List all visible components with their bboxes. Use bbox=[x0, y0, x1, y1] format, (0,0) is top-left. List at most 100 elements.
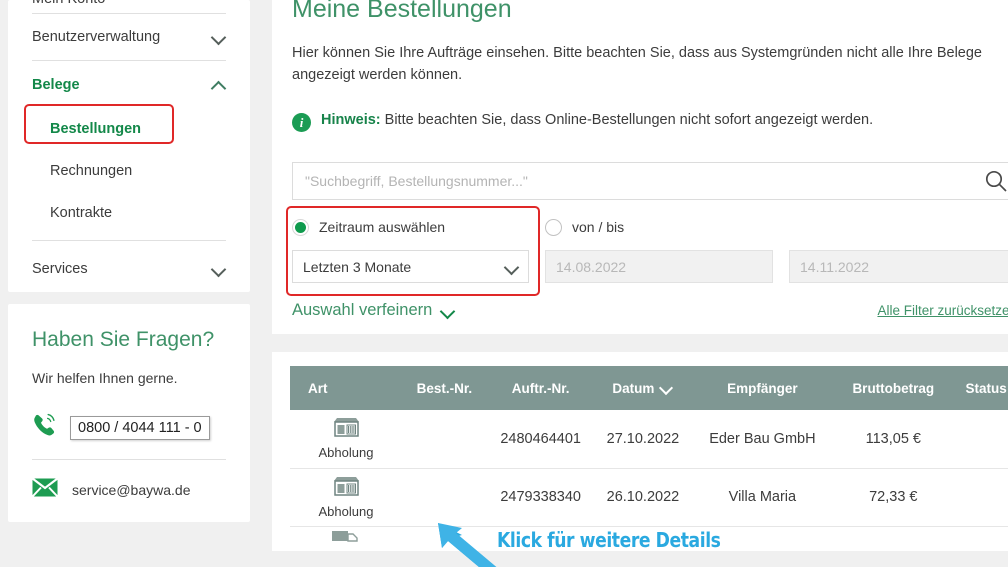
table-row[interactable] bbox=[290, 526, 1008, 551]
store-icon bbox=[333, 476, 360, 501]
radio-von-bis-input[interactable] bbox=[545, 218, 562, 236]
hint-label: Hinweis: bbox=[321, 112, 381, 128]
store-icon bbox=[333, 417, 360, 442]
col-empfaenger[interactable]: Empfänger bbox=[691, 366, 834, 410]
cell-bruttobetrag: 113,05 € bbox=[833, 410, 954, 469]
period-select[interactable]: Letzten 3 Monate bbox=[292, 250, 529, 283]
orders-table: Art Best.-Nr. Auftr.-Nr. Datum Empfänger… bbox=[290, 366, 1008, 551]
sidebar-item-label: Benutzerverwaltung bbox=[32, 29, 161, 45]
cell-datum: 27.10.2022 bbox=[594, 410, 692, 469]
col-datum-label: Datum bbox=[612, 380, 655, 396]
refine-toggle[interactable]: Auswahl verfeinern bbox=[292, 301, 455, 320]
cell-auftr-nr: 2480464401 bbox=[486, 410, 595, 469]
search-input[interactable] bbox=[292, 162, 1008, 200]
page-intro: Hier können Sie Ihre Aufträge einsehen. … bbox=[292, 45, 982, 83]
table-header-row: Art Best.-Nr. Auftr.-Nr. Datum Empfänger… bbox=[290, 366, 1008, 410]
date-to-placeholder: 14.11.2022 bbox=[800, 258, 870, 275]
hint-text: Hinweis: Bitte beachten Sie, dass Online… bbox=[321, 112, 873, 128]
orders-table-card: Art Best.-Nr. Auftr.-Nr. Datum Empfänger… bbox=[272, 352, 1008, 551]
page-title: Meine Bestellungen bbox=[292, 0, 512, 23]
col-auftr-nr-label: Auftr.-Nr. bbox=[511, 380, 570, 396]
col-status-label: Status bbox=[965, 380, 1007, 396]
date-from-placeholder: 14.08.2022 bbox=[556, 258, 627, 275]
col-status[interactable]: Status bbox=[953, 366, 1008, 410]
col-auftr-nr[interactable]: Auftr.-Nr. bbox=[486, 366, 595, 410]
sidebar-item-services[interactable]: Services bbox=[32, 245, 226, 292]
cell-datum bbox=[594, 526, 691, 551]
phone-number[interactable]: 0800 / 4044 111 - 0 bbox=[70, 415, 210, 440]
radio-zeitraum[interactable]: Zeitraum auswählen bbox=[292, 214, 529, 240]
table-body: Abholung 2480464401 27.10.2022 Eder Bau … bbox=[290, 410, 1008, 551]
cell-art: Abholung bbox=[290, 468, 402, 527]
cell-auftr-nr bbox=[487, 526, 595, 551]
phone-row[interactable]: 0800 / 4044 111 - 0 bbox=[32, 412, 226, 443]
col-empfaenger-label: Empfänger bbox=[727, 380, 798, 396]
col-bruttobetrag-label: Bruttobetrag bbox=[852, 380, 935, 396]
help-subtitle: Wir helfen Ihnen gerne. bbox=[32, 370, 178, 386]
filter-to-column: 14.11.2022 bbox=[789, 214, 1008, 283]
chevron-down-icon bbox=[505, 260, 519, 274]
col-art[interactable]: Art bbox=[290, 366, 402, 410]
sidebar: Mein Konto Benutzerverwaltung Belege Bes… bbox=[0, 0, 250, 567]
cell-datum: 26.10.2022 bbox=[594, 468, 692, 527]
cell-status bbox=[953, 410, 1008, 469]
col-bruttobetrag[interactable]: Bruttobetrag bbox=[833, 366, 954, 410]
table-row[interactable]: Abholung 2479338340 26.10.2022 Villa Mar… bbox=[290, 468, 1008, 527]
cell-empfaenger bbox=[691, 526, 833, 551]
hint-body: Bitte beachten Sie, dass Online-Bestellu… bbox=[380, 112, 874, 128]
filter-from-column: von / bis 14.08.2022 bbox=[545, 214, 773, 283]
col-best-nr-label: Best.-Nr. bbox=[416, 380, 473, 396]
help-title: Haben Sie Fragen? bbox=[32, 328, 215, 351]
cell-best-nr bbox=[402, 468, 487, 527]
chevron-down-icon bbox=[212, 262, 226, 276]
col-datum[interactable]: Datum bbox=[594, 366, 692, 410]
col-best-nr[interactable]: Best.-Nr. bbox=[402, 366, 487, 410]
reset-filters-link[interactable]: Alle Filter zurücksetzen bbox=[877, 303, 1008, 318]
sidebar-item-belege[interactable]: Belege bbox=[32, 61, 226, 108]
search-button[interactable] bbox=[983, 169, 1008, 195]
sidebar-subnav: Bestellungen Rechnungen Kontrakte bbox=[24, 104, 226, 245]
sidebar-item-label: Rechnungen bbox=[50, 163, 133, 179]
chevron-up-icon bbox=[212, 78, 226, 92]
cell-auftr-nr: 2479338340 bbox=[486, 468, 595, 527]
chevron-down-icon bbox=[441, 304, 455, 318]
sidebar-item-rechnungen[interactable]: Rechnungen bbox=[32, 150, 226, 192]
sidebar-nav-card: Mein Konto Benutzerverwaltung Belege Bes… bbox=[8, 0, 250, 292]
refine-label: Auswahl verfeinern bbox=[292, 301, 433, 319]
cell-art-label: Abholung bbox=[318, 445, 374, 461]
main-content: Meine Bestellungen Hier können Sie Ihre … bbox=[250, 0, 1008, 567]
truck-icon bbox=[331, 530, 361, 551]
email-address[interactable]: service@baywa.de bbox=[72, 482, 191, 498]
cell-art: Abholung bbox=[290, 410, 402, 469]
chevron-down-icon bbox=[212, 30, 226, 44]
sidebar-item-benutzerverwaltung[interactable]: Benutzerverwaltung bbox=[32, 14, 226, 61]
help-card: Haben Sie Fragen? Wir helfen Ihnen gerne… bbox=[8, 304, 250, 522]
divider bbox=[32, 240, 226, 241]
sidebar-item-label: Belege bbox=[32, 76, 80, 93]
col-art-label: Art bbox=[308, 380, 328, 396]
app-root: Mein Konto Benutzerverwaltung Belege Bes… bbox=[0, 0, 1008, 567]
email-row[interactable]: service@baywa.de bbox=[31, 477, 226, 502]
sidebar-item-label: Kontrakte bbox=[50, 205, 113, 221]
divider bbox=[32, 459, 226, 460]
cell-bruttobetrag: 72,33 € bbox=[833, 468, 954, 527]
sidebar-item-mein-konto[interactable]: Mein Konto bbox=[32, 0, 226, 14]
envelope-icon bbox=[31, 477, 59, 502]
sidebar-item-bestellungen[interactable]: Bestellungen bbox=[32, 108, 226, 150]
info-icon: i bbox=[292, 113, 311, 132]
table-row[interactable]: Abholung 2480464401 27.10.2022 Eder Bau … bbox=[290, 410, 1008, 469]
filter-section: Zeitraum auswählen Letzten 3 Monate von … bbox=[286, 206, 1008, 320]
cell-art-label: Abholung bbox=[318, 503, 374, 519]
sidebar-item-kontrakte[interactable]: Kontrakte bbox=[32, 192, 226, 234]
cell-bruttobetrag bbox=[833, 526, 953, 551]
radio-zeitraum-label: Zeitraum auswählen bbox=[319, 219, 446, 235]
cell-best-nr bbox=[402, 526, 487, 551]
sidebar-item-label: Bestellungen bbox=[50, 121, 142, 137]
search-bar bbox=[292, 162, 1008, 200]
radio-zeitraum-input[interactable] bbox=[292, 218, 309, 236]
date-to-input[interactable]: 14.11.2022 bbox=[789, 250, 1008, 283]
refine-row: Auswahl verfeinern Alle Filter zurückset… bbox=[292, 301, 1008, 320]
date-from-input[interactable]: 14.08.2022 bbox=[545, 250, 773, 283]
radio-von-bis[interactable]: von / bis bbox=[545, 214, 773, 240]
table-head: Art Best.-Nr. Auftr.-Nr. Datum Empfänger… bbox=[290, 366, 1008, 410]
